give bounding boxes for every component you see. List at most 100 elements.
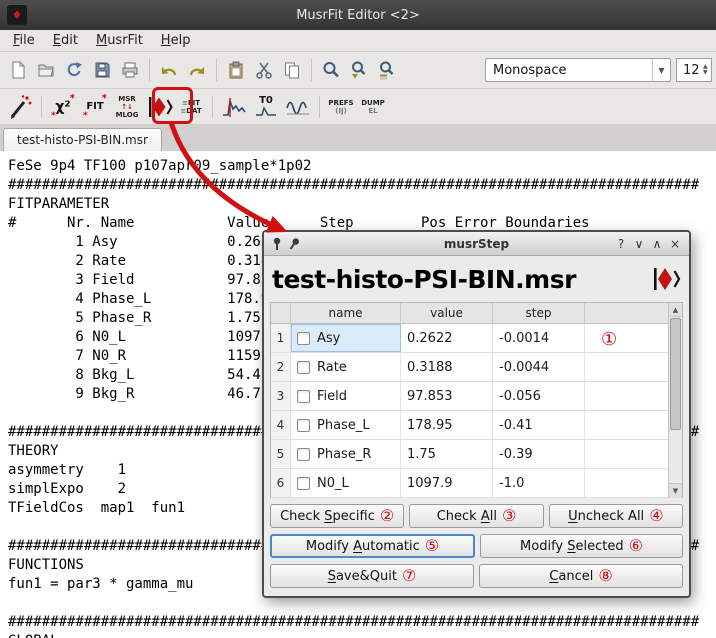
copy-icon[interactable] (278, 56, 306, 84)
musr-prefs-icon[interactable]: PREFS (IJ) (325, 92, 357, 122)
musr-t0-histogram-icon[interactable] (218, 92, 250, 122)
name-cell[interactable]: Phase_L (291, 411, 401, 439)
menu-musrfit[interactable]: MusrFit (87, 31, 152, 50)
value-cell[interactable]: 0.3188 (401, 353, 493, 381)
musr-calc-chisq-icon[interactable]: χ² ** (47, 92, 79, 122)
new-file-icon[interactable] (4, 56, 32, 84)
spinner-arrows[interactable]: ▲ ▼ (700, 64, 711, 76)
annotation-4: ④ (649, 508, 663, 524)
menubar: File Edit MusrFit Help (0, 30, 716, 52)
step-cell[interactable]: -1.0 (493, 469, 585, 497)
value-cell[interactable]: 0.2622 (401, 324, 493, 352)
musr-dump-icon[interactable]: DUMP EL (357, 92, 389, 122)
table-row: 1 Asy 0.2622 -0.0014 (271, 324, 682, 353)
value-cell[interactable]: 1097.9 (401, 469, 493, 497)
separator (212, 96, 213, 118)
musrstep-dialog: musrStep ? ∨ ∧ × test-histo-PSI-BIN.msr … (262, 230, 691, 598)
value-cell[interactable]: 178.95 (401, 411, 493, 439)
app-logo-icon: ♦ (7, 5, 27, 25)
cancel-button[interactable]: Cancel⑧ (479, 564, 683, 588)
open-file-icon[interactable] (32, 56, 60, 84)
step-cell[interactable]: -0.0044 (493, 353, 585, 381)
save-icon[interactable] (88, 56, 116, 84)
table-scrollbar[interactable]: ▲ ▼ (668, 303, 682, 497)
uncheck-all-button[interactable]: Uncheck All④ (549, 504, 683, 528)
modify-automatic-button[interactable]: Modify Automatic⑤ (270, 534, 475, 558)
table-row: 5 Phase_R 1.75 -0.39 (271, 440, 682, 469)
step-cell[interactable]: -0.41 (493, 411, 585, 439)
table-row: 2 Rate 0.3188 -0.0044 (271, 353, 682, 382)
scrollbar-thumb[interactable] (670, 318, 681, 430)
separator (149, 59, 150, 81)
cut-icon[interactable] (250, 56, 278, 84)
paste-icon[interactable] (222, 56, 250, 84)
menu-edit[interactable]: Edit (44, 31, 87, 50)
undo-icon[interactable] (155, 56, 183, 84)
window-title: MusrFit Editor <2> (0, 8, 716, 23)
msr2data-icon[interactable]: ≡FIT ≡DAT (175, 92, 207, 122)
tab-msr-file[interactable]: test-histo-PSI-BIN.msr (3, 128, 162, 151)
shade-icon[interactable]: ∨ (631, 236, 647, 252)
scroll-down-icon[interactable]: ▼ (669, 483, 682, 497)
save-quit-button[interactable]: Save&Quit⑦ (270, 564, 474, 588)
col-header-name[interactable]: name (291, 303, 401, 323)
checkbox[interactable] (297, 419, 310, 432)
name-cell[interactable]: Phase_R (291, 440, 401, 468)
modify-selected-button[interactable]: Modify Selected⑥ (480, 534, 683, 558)
close-icon[interactable]: × (667, 236, 683, 252)
font-size-stepper[interactable]: 12 ▲ ▼ (676, 58, 712, 82)
table-row: 4 Phase_L 178.95 -0.41 (271, 411, 682, 440)
step-cell[interactable]: -0.0014 (493, 324, 585, 352)
find-next-icon[interactable] (345, 56, 373, 84)
musr-fit-icon[interactable]: FIT ** (79, 92, 111, 122)
value-cell[interactable]: 1.75 (401, 440, 493, 468)
step-cell[interactable]: -0.056 (493, 382, 585, 410)
menu-file[interactable]: File (4, 31, 44, 50)
font-family-select[interactable]: Monospace ▼ (485, 58, 671, 82)
row-number: 2 (271, 353, 291, 381)
check-specific-button[interactable]: Check Specific② (270, 504, 404, 528)
separator (319, 96, 320, 118)
dialog-titlebar[interactable]: musrStep ? ∨ ∧ × (264, 232, 689, 256)
name-cell[interactable]: N0_L (291, 469, 401, 497)
dialog-heading: test-histo-PSI-BIN.msr (272, 265, 651, 294)
separator (311, 59, 312, 81)
unshade-icon[interactable]: ∧ (649, 236, 665, 252)
reload-icon[interactable] (60, 56, 88, 84)
pin-icon[interactable] (287, 236, 301, 252)
pin-icon[interactable] (270, 236, 284, 252)
step-cell[interactable]: -0.39 (493, 440, 585, 468)
checkbox[interactable] (297, 448, 310, 461)
button-row-modify: Modify Automatic⑤ Modify Selected⑥ (270, 534, 683, 558)
find-replace-icon[interactable] (373, 56, 401, 84)
table-row: 6 N0_L 1097.9 -1.0 (271, 469, 682, 498)
musr-t0-icon[interactable]: T0 (250, 92, 282, 122)
redo-icon[interactable] (183, 56, 211, 84)
checkbox[interactable] (297, 332, 310, 345)
name-cell[interactable]: Asy (291, 324, 401, 352)
name-cell[interactable]: Rate (291, 353, 401, 381)
checkbox[interactable] (297, 361, 310, 374)
help-icon[interactable]: ? (613, 236, 629, 252)
menu-help[interactable]: Help (152, 31, 200, 50)
annotation-1: ① (601, 331, 617, 349)
value-cell[interactable]: 97.853 (401, 382, 493, 410)
checkbox[interactable] (297, 390, 310, 403)
col-header-step[interactable]: step (493, 303, 585, 323)
spin-down-icon[interactable]: ▼ (703, 70, 708, 76)
print-icon[interactable] (116, 56, 144, 84)
chevron-down-icon[interactable]: ▼ (652, 59, 670, 81)
checkbox[interactable] (297, 477, 310, 490)
musr-wizard-icon[interactable] (4, 92, 36, 122)
scroll-up-icon[interactable]: ▲ (669, 303, 682, 317)
col-header-value[interactable]: value (401, 303, 493, 323)
find-icon[interactable] (317, 56, 345, 84)
corner-header (271, 303, 291, 323)
name-cell[interactable]: Field (291, 382, 401, 410)
annotation-7: ⑦ (402, 568, 416, 584)
main-toolbar: Monospace ▼ 12 ▲ ▼ (0, 52, 716, 89)
musr-view-icon[interactable] (282, 92, 314, 122)
msr2mlog-swap-icon[interactable]: MSR ↑↓ MLOG (111, 92, 143, 122)
check-all-button[interactable]: Check All③ (409, 504, 543, 528)
musr-step-icon[interactable] (143, 92, 175, 122)
